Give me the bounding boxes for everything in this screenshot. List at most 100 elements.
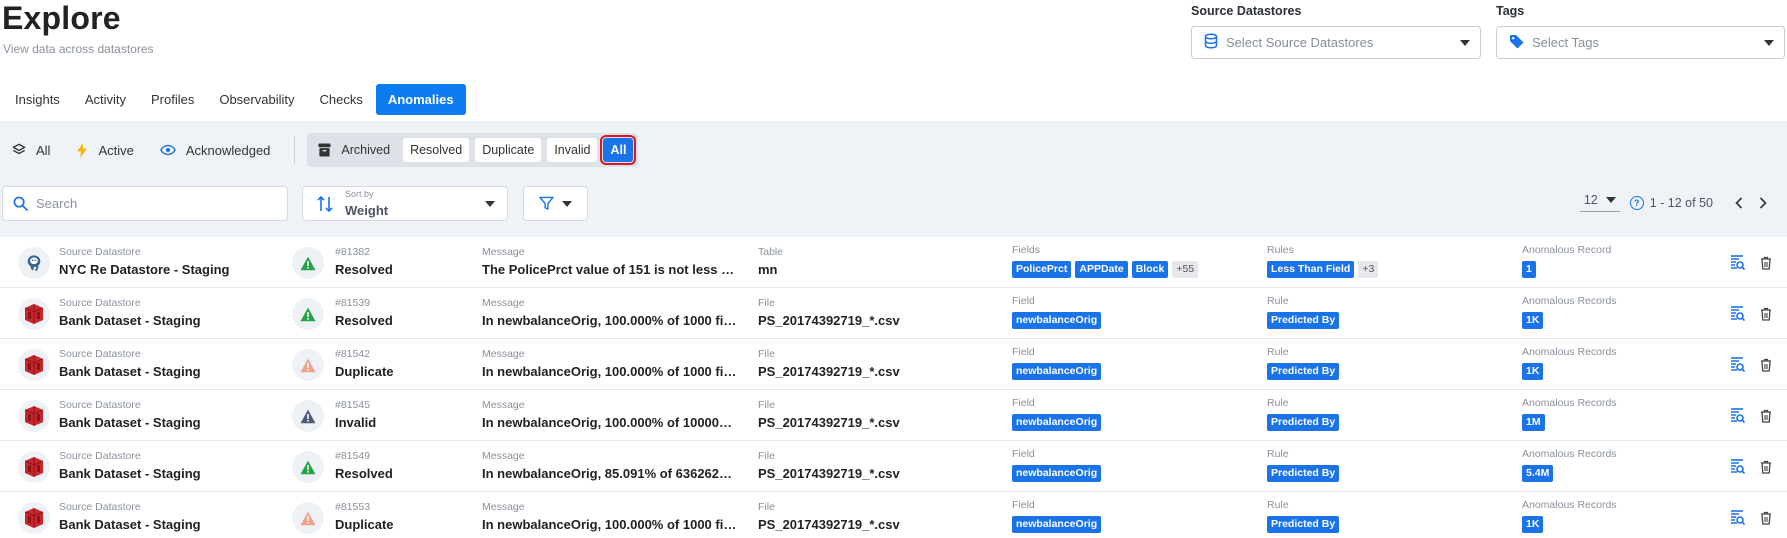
archived-all-button[interactable]: All: [600, 135, 637, 165]
trash-icon[interactable]: [1757, 254, 1775, 272]
rule-chip[interactable]: Predicted By: [1267, 414, 1340, 431]
prev-page-button[interactable]: [1727, 196, 1751, 209]
datastore-name[interactable]: Bank Dataset - Staging: [59, 465, 201, 482]
view-details-icon[interactable]: [1728, 254, 1746, 272]
datastore-label: Source Datastore: [59, 501, 141, 513]
tab-activity[interactable]: Activity: [73, 84, 138, 115]
datastore-label: Source Datastore: [59, 348, 141, 360]
trash-icon[interactable]: [1757, 509, 1775, 527]
warning-triangle-icon: [292, 502, 324, 534]
field-chip[interactable]: APPDate: [1075, 261, 1128, 278]
rules-cell: Rules Less Than Field +3: [1267, 244, 1379, 278]
records-cell: Anomalous Records 1K: [1522, 346, 1617, 380]
pagination: 12 ? 1 - 12 of 50: [1579, 193, 1775, 212]
tab-anomalies[interactable]: Anomalies: [375, 84, 466, 115]
rule-chip[interactable]: Predicted By: [1267, 516, 1340, 533]
table-row[interactable]: Source Datastore Bank Dataset - Staging #8…: [0, 441, 1787, 492]
source-datastores-select[interactable]: Select Source Datastores: [1191, 26, 1481, 59]
anomaly-status: Resolved: [335, 313, 393, 328]
rule-chip[interactable]: Predicted By: [1267, 363, 1340, 380]
trash-icon[interactable]: [1757, 356, 1775, 374]
redshift-icon: [18, 298, 50, 330]
status-acknowledged-button[interactable]: Acknowledged: [159, 143, 270, 158]
anomaly-id: #81545: [335, 399, 371, 411]
message-text: The PolicePrct value of 151 is not less …: [482, 262, 737, 277]
duplicate-button[interactable]: Duplicate: [475, 138, 542, 162]
invalid-button[interactable]: Invalid: [547, 138, 598, 162]
table-row[interactable]: Source Datastore Bank Dataset - Staging #8…: [0, 492, 1787, 538]
archived-button[interactable]: Archived: [312, 138, 397, 162]
records-chip[interactable]: 5.4M: [1522, 465, 1554, 482]
anomaly-id: #81542: [335, 348, 371, 360]
table-cell: File PS_20174392719_*.csv: [758, 399, 900, 431]
field-chip[interactable]: newbalanceOrig: [1012, 465, 1102, 482]
rules-cell: Rule Predicted By: [1267, 295, 1340, 329]
rules-more-chip[interactable]: +3: [1358, 261, 1379, 278]
field-chip[interactable]: newbalanceOrig: [1012, 516, 1102, 533]
status-all-button[interactable]: All: [12, 143, 50, 158]
view-details-icon[interactable]: [1728, 458, 1746, 476]
message-text: In newbalanceOrig, 100.000% of 1000 filt…: [482, 313, 737, 328]
view-details-icon[interactable]: [1728, 305, 1746, 323]
field-chip[interactable]: newbalanceOrig: [1012, 363, 1102, 380]
records-chip[interactable]: 1K: [1522, 312, 1544, 329]
tags-select[interactable]: Select Tags: [1496, 26, 1785, 59]
tab-profiles[interactable]: Profiles: [139, 84, 206, 115]
records-chip[interactable]: 1: [1522, 261, 1536, 278]
table-row[interactable]: Source Datastore Bank Dataset - Staging #8…: [0, 339, 1787, 390]
anomaly-id: #81382: [335, 246, 371, 258]
records-label: Anomalous Records: [1522, 499, 1617, 511]
view-details-icon[interactable]: [1728, 356, 1746, 374]
tab-checks[interactable]: Checks: [307, 84, 374, 115]
rule-chip[interactable]: Less Than Field: [1267, 261, 1355, 278]
resolved-button[interactable]: Resolved: [403, 138, 470, 162]
chevron-down-icon: [1605, 197, 1616, 203]
search-field[interactable]: Search: [2, 186, 288, 221]
sort-select[interactable]: Sort by Weight: [302, 186, 508, 221]
field-chip[interactable]: PolicePrct: [1012, 261, 1072, 278]
datastore-name[interactable]: Bank Dataset - Staging: [59, 312, 201, 329]
fields-label: Field: [1012, 295, 1035, 307]
field-chip[interactable]: Block: [1131, 261, 1169, 278]
anomaly-id: #81549: [335, 450, 371, 462]
anomaly-id: #81539: [335, 297, 371, 309]
tags-placeholder: Select Tags: [1532, 35, 1599, 50]
filter-button[interactable]: [523, 186, 588, 221]
message-cell: Message The PolicePrct value of 151 is no…: [482, 246, 737, 278]
tab-observability[interactable]: Observability: [207, 84, 306, 115]
table-row[interactable]: Source Datastore Bank Dataset - Staging #8…: [0, 390, 1787, 441]
field-chip[interactable]: newbalanceOrig: [1012, 414, 1102, 431]
view-details-icon[interactable]: [1728, 407, 1746, 425]
table-row[interactable]: Source Datastore Bank Dataset - Staging #8…: [0, 288, 1787, 339]
datastore-name[interactable]: Bank Dataset - Staging: [59, 363, 201, 380]
records-chip[interactable]: 1K: [1522, 363, 1544, 380]
records-label: Anomalous Record: [1522, 244, 1612, 256]
anomaly-cell: #81542 Duplicate: [335, 348, 394, 380]
chevron-down-icon: [1460, 39, 1470, 46]
table-row[interactable]: Source Datastore NYC Re Datastore - Stagi…: [0, 237, 1787, 288]
rule-chip[interactable]: Predicted By: [1267, 465, 1340, 482]
trash-icon[interactable]: [1757, 305, 1775, 323]
help-icon[interactable]: ?: [1629, 195, 1644, 210]
tag-icon: [1509, 34, 1524, 52]
next-page-button[interactable]: [1751, 196, 1775, 209]
main-tabs: Insights Activity Profiles Observability…: [3, 84, 467, 115]
datastore-name[interactable]: Bank Dataset - Staging: [59, 414, 201, 431]
trash-icon[interactable]: [1757, 407, 1775, 425]
redshift-icon: [18, 502, 50, 534]
fields-more-chip[interactable]: +55: [1172, 261, 1199, 278]
rule-chip[interactable]: Predicted By: [1267, 312, 1340, 329]
page-size-select[interactable]: 12: [1579, 193, 1620, 212]
lightning-icon: [76, 142, 88, 158]
status-active-label: Active: [98, 142, 134, 158]
view-details-icon[interactable]: [1728, 509, 1746, 527]
sort-label: Sort by: [345, 189, 374, 199]
field-chip[interactable]: newbalanceOrig: [1012, 312, 1102, 329]
datastore-name[interactable]: Bank Dataset - Staging: [59, 516, 201, 533]
status-active-button[interactable]: Active: [76, 142, 134, 158]
tab-insights[interactable]: Insights: [3, 84, 72, 115]
records-chip[interactable]: 1K: [1522, 516, 1544, 533]
trash-icon[interactable]: [1757, 458, 1775, 476]
datastore-name[interactable]: NYC Re Datastore - Staging: [59, 261, 229, 278]
records-chip[interactable]: 1M: [1522, 414, 1545, 431]
